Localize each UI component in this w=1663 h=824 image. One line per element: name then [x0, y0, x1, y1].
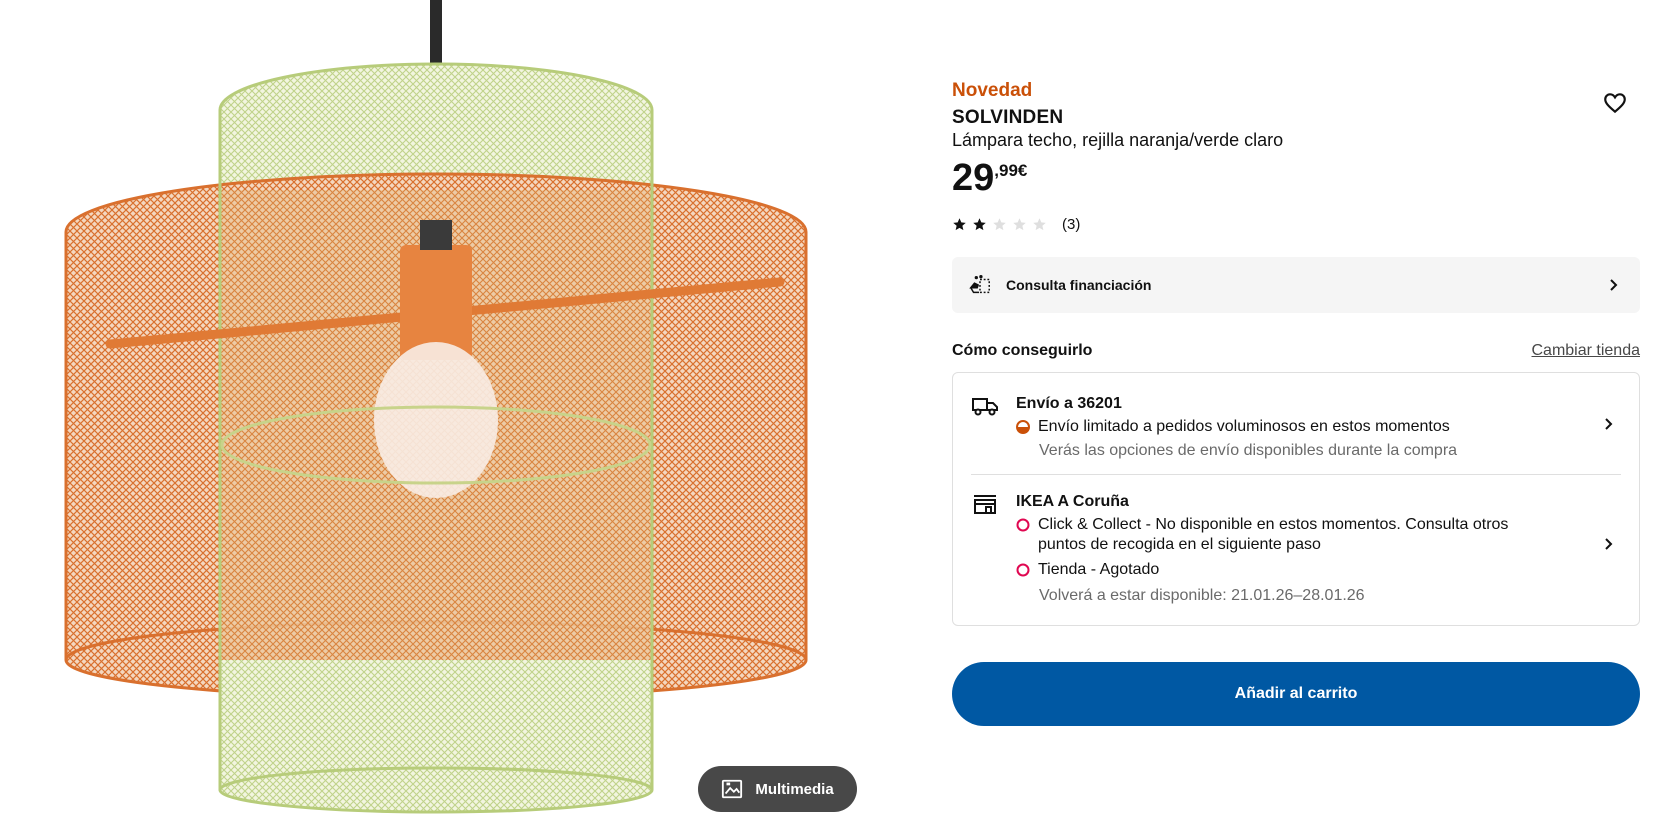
heart-icon [1604, 93, 1626, 114]
financing-label: Consulta financiación [1006, 277, 1152, 293]
add-to-cart-button[interactable]: Añadir al carrito [952, 662, 1640, 726]
partial-status-icon [1016, 420, 1030, 434]
click-collect-line-1: Click & Collect - No disponible en estos… [1038, 516, 1509, 533]
gallery-icon [722, 779, 743, 799]
rating-count: (3) [1062, 216, 1081, 233]
store-stock-status: Tienda - Agotado [1016, 560, 1159, 580]
store-icon [974, 495, 996, 514]
unavailable-status-icon [1016, 518, 1030, 532]
rating[interactable]: (3) [952, 216, 1080, 233]
favourite-button[interactable] [1602, 90, 1628, 116]
price-decimal: ,99€ [994, 161, 1028, 180]
financing-icon [969, 275, 990, 294]
product-image [64, 0, 808, 814]
star-empty-icon [1033, 218, 1046, 231]
product-info-panel: Novedad SOLVINDEN Lámpara techo, rejilla… [952, 0, 1640, 824]
chevron-right-icon [1605, 538, 1613, 550]
product-description: Lámpara techo, rejilla naranja/verde cla… [952, 130, 1284, 150]
delivery-note: Verás las opciones de envío disponibles … [1039, 442, 1458, 459]
price: 29 ,99€ [952, 156, 1027, 200]
restock-note: Volverá a estar disponible: 21.01.26–28.… [1039, 587, 1365, 604]
change-store-link[interactable]: Cambiar tienda [1532, 342, 1641, 360]
store-stock-text: Tienda - Agotado [1038, 561, 1160, 578]
store-option[interactable]: IKEA A Coruña Click & Collect - No dispo… [953, 475, 1639, 625]
financing-button[interactable]: Consulta financiación [952, 257, 1640, 313]
fulfillment-title: Cómo conseguirlo [952, 342, 1093, 359]
chevron-right-icon [1605, 418, 1613, 430]
click-collect-status: Click & Collect - No disponible en estos… [1016, 515, 1508, 555]
click-collect-text: Click & Collect - No disponible en estos… [1038, 515, 1508, 555]
star-filled-icon [973, 218, 986, 231]
delivery-title: Envío a 36201 [1016, 395, 1122, 412]
unavailable-status-icon [1016, 563, 1030, 577]
delivery-status: Envío limitado a pedidos voluminosos en … [1016, 417, 1450, 437]
click-collect-line-2: puntos de recogida en el siguiente paso [1038, 536, 1321, 553]
truck-icon [972, 398, 998, 416]
delivery-option[interactable]: Envío a 36201 Envío limitado a pedidos v… [953, 373, 1639, 474]
star-empty-icon [993, 218, 1006, 231]
multimedia-button[interactable]: Multimedia [698, 766, 857, 812]
fulfillment-options: Envío a 36201 Envío limitado a pedidos v… [952, 372, 1640, 626]
star-empty-icon [1013, 218, 1026, 231]
store-title: IKEA A Coruña [1016, 493, 1129, 510]
rating-stars [952, 217, 1047, 232]
star-filled-icon [953, 218, 966, 231]
delivery-status-text: Envío limitado a pedidos voluminosos en … [1038, 418, 1450, 435]
chevron-right-icon [1610, 279, 1618, 291]
new-badge: Novedad [952, 80, 1033, 101]
product-image-panel: Multimedia [0, 0, 880, 824]
price-integer: 29 [952, 157, 995, 199]
multimedia-label: Multimedia [755, 780, 834, 798]
product-name: SOLVINDEN [952, 107, 1064, 128]
